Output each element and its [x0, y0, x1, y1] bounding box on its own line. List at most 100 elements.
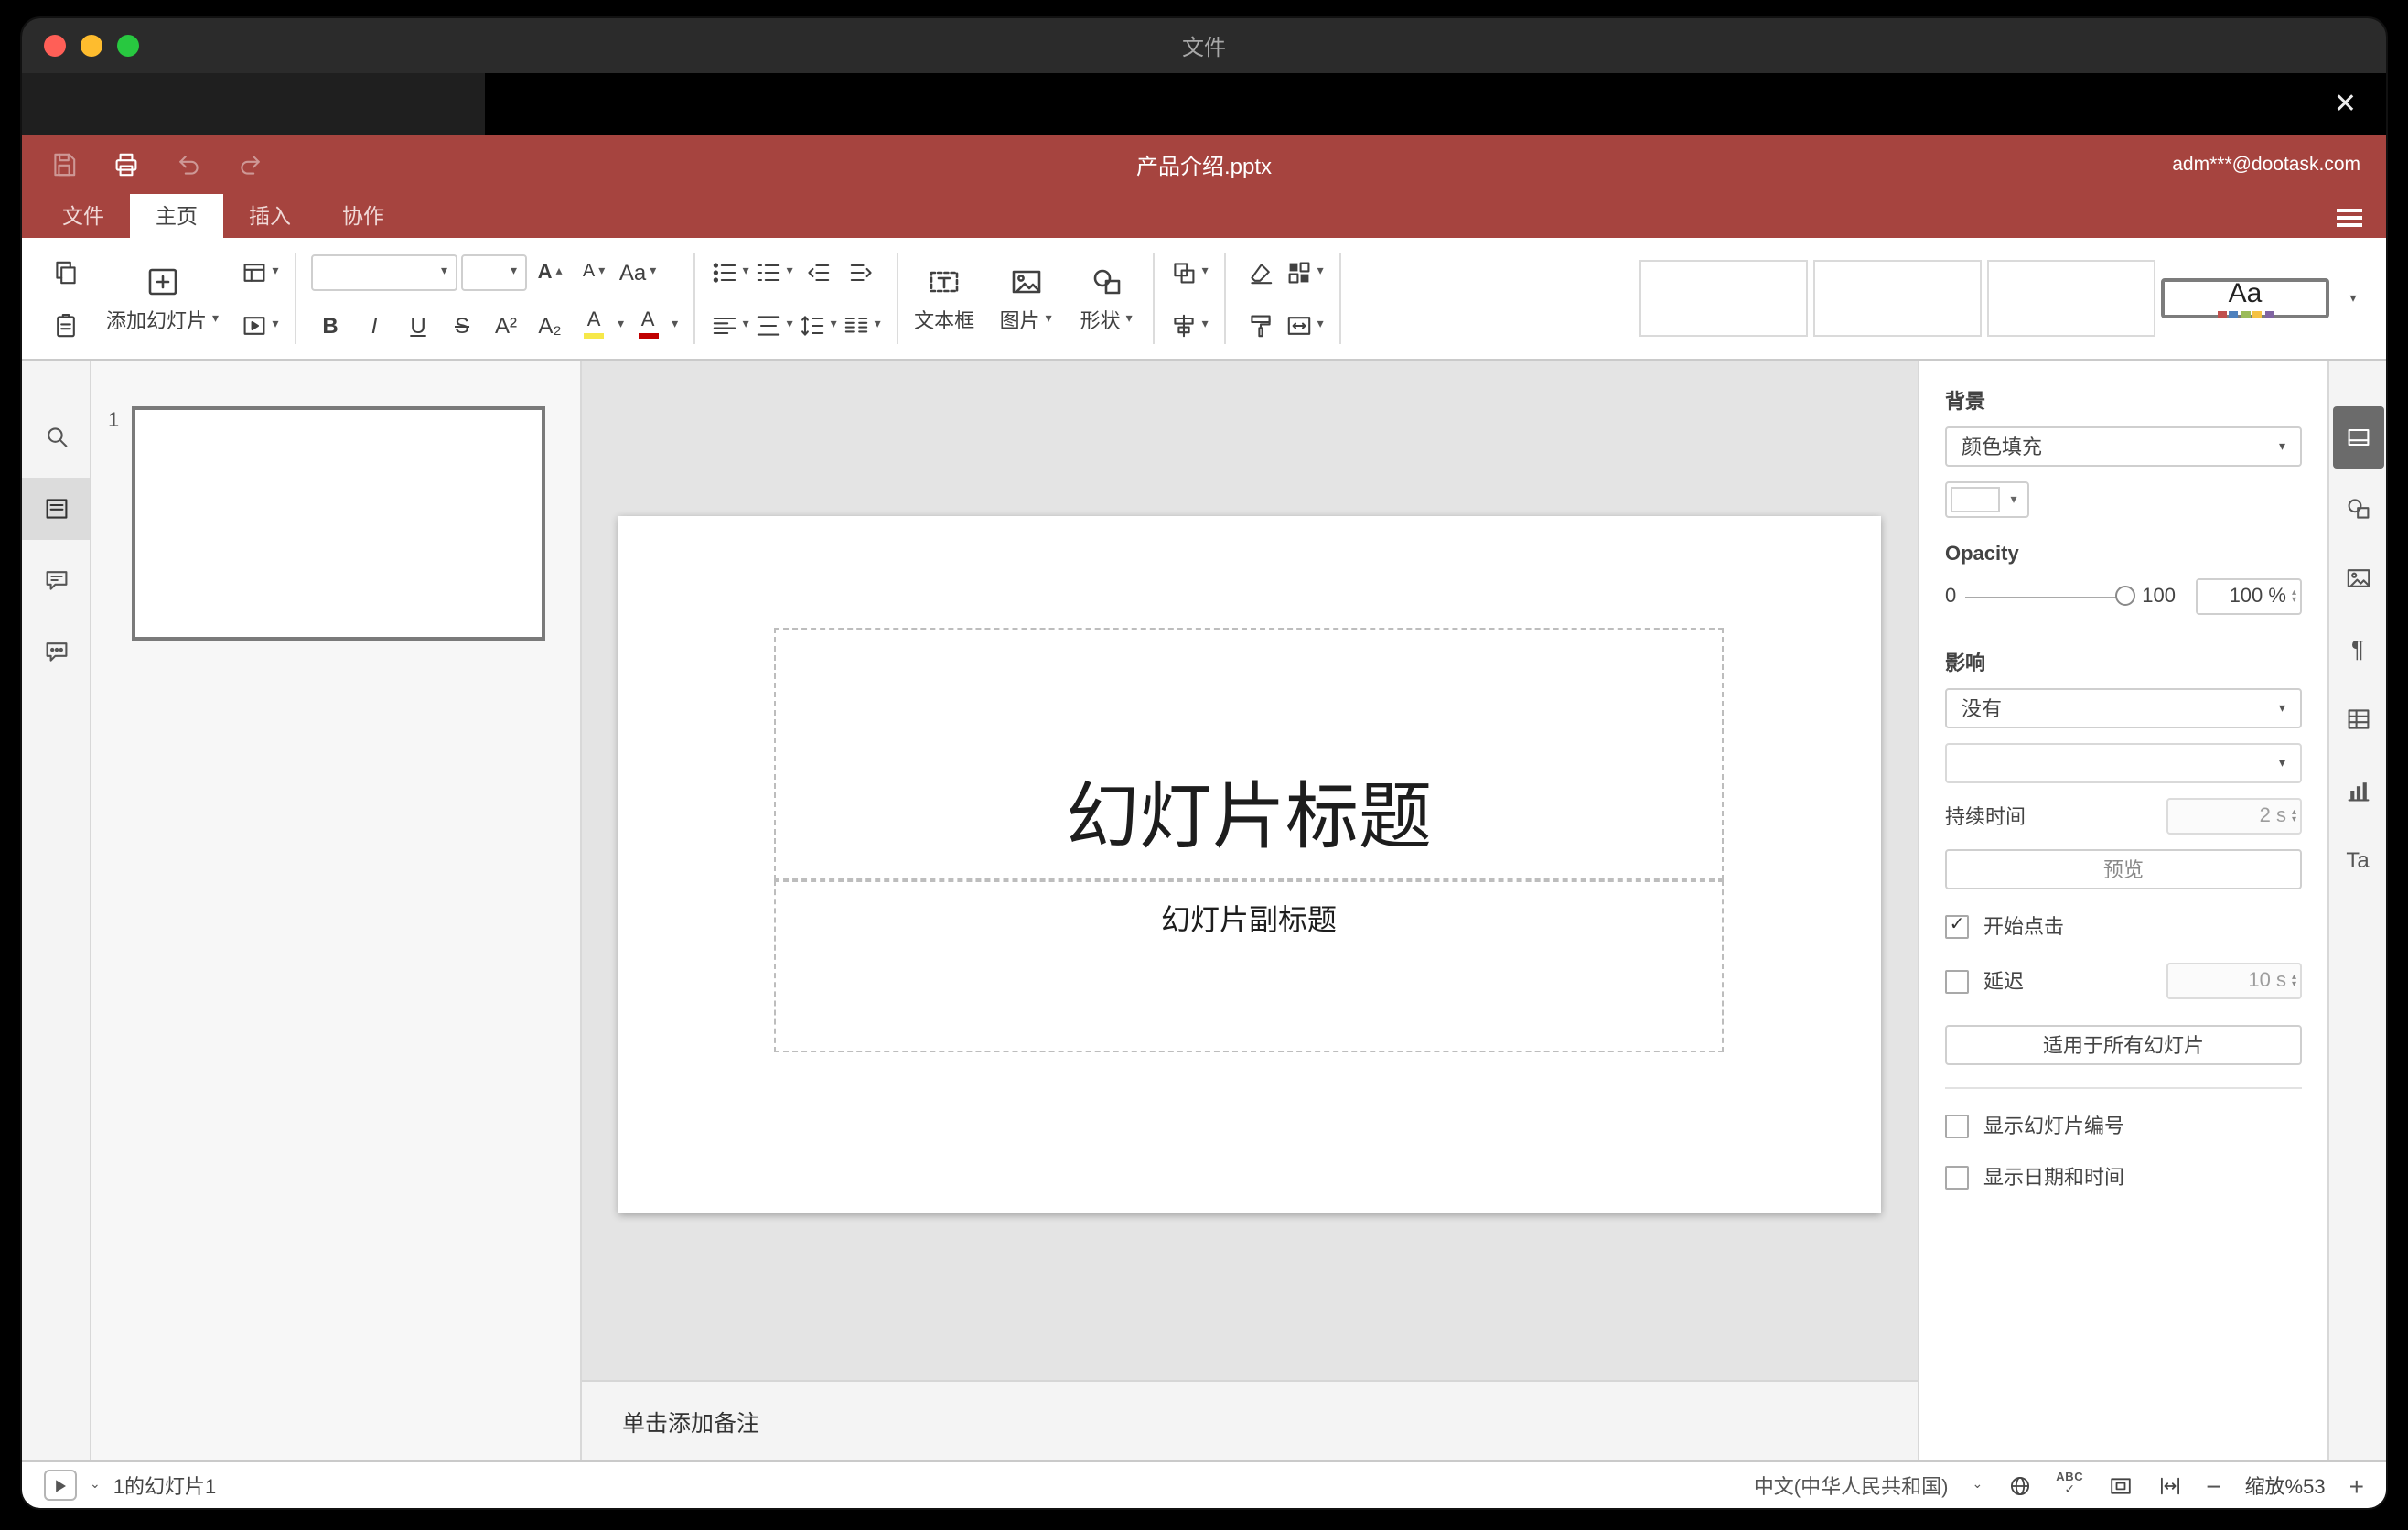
slide-layout-button[interactable]: ▾: [239, 250, 279, 294]
theme-tile[interactable]: [1987, 260, 2155, 337]
insert-textbox-button[interactable]: 文本框: [903, 245, 985, 351]
insert-shape-button[interactable]: 形状 ▾: [1066, 245, 1146, 351]
show-date-time-checkbox[interactable]: [1945, 1165, 1969, 1189]
paste-icon[interactable]: [46, 303, 86, 347]
slide-size-button[interactable]: ▾: [1284, 303, 1324, 347]
bold-button[interactable]: B: [310, 303, 350, 347]
bullets-button[interactable]: ▾: [709, 250, 749, 294]
save-icon[interactable]: [48, 148, 81, 181]
tab-insert[interactable]: 插入: [223, 194, 317, 238]
chevron-down-icon[interactable]: ▾: [618, 318, 624, 331]
numbering-button[interactable]: ▾: [753, 250, 793, 294]
slide-thumbnail[interactable]: [132, 406, 545, 641]
columns-button[interactable]: ▾: [841, 303, 881, 347]
slide-canvas[interactable]: 幻灯片标题 幻灯片副标题: [618, 516, 1881, 1213]
start-slideshow-button[interactable]: ▾: [239, 303, 279, 347]
font-size-combo[interactable]: ▾: [460, 253, 527, 290]
underline-button[interactable]: U: [398, 303, 438, 347]
theme-tile[interactable]: [1813, 260, 1982, 337]
close-icon[interactable]: ✕: [2334, 91, 2357, 118]
effect-select[interactable]: 没有 ▾: [1945, 688, 2302, 728]
spinner[interactable]: ▴ ▾: [2292, 973, 2296, 989]
superscript-button[interactable]: A²: [486, 303, 526, 347]
font-name-combo[interactable]: ▾: [310, 253, 457, 290]
zoom-out-button[interactable]: −: [2206, 1472, 2220, 1498]
paragraph-settings-button[interactable]: ¶: [2332, 618, 2383, 680]
background-color-picker[interactable]: ▾: [1945, 481, 2029, 518]
increase-indent-button[interactable]: [841, 250, 881, 294]
zoom-traffic-light[interactable]: [117, 35, 139, 57]
subscript-button[interactable]: A₂: [530, 303, 570, 347]
zoom-level-label[interactable]: 缩放%53: [2245, 1471, 2326, 1500]
minimize-traffic-light[interactable]: [81, 35, 102, 57]
delay-checkbox[interactable]: [1945, 969, 1969, 993]
decrease-font-button[interactable]: A ▾: [574, 250, 614, 294]
slide-canvas-area[interactable]: 幻灯片标题 幻灯片副标题: [582, 361, 1918, 1380]
language-label[interactable]: 中文(中华人民共和国): [1754, 1471, 1949, 1500]
spinner[interactable]: ▴ ▾: [2292, 808, 2296, 824]
show-slide-number-checkbox[interactable]: [1945, 1114, 1969, 1137]
undo-icon[interactable]: [172, 148, 205, 181]
highlight-color-button[interactable]: A: [574, 303, 614, 347]
effect-variant-select[interactable]: ▾: [1945, 743, 2302, 783]
fill-type-select[interactable]: 颜色填充 ▾: [1945, 426, 2302, 467]
close-traffic-light[interactable]: [44, 35, 66, 57]
copy-style-button[interactable]: [1240, 303, 1280, 347]
tab-home[interactable]: 主页: [130, 194, 223, 238]
search-button[interactable]: [22, 406, 90, 469]
insert-image-button[interactable]: 图片 ▾: [985, 245, 1066, 351]
slide-settings-button[interactable]: [2332, 406, 2383, 469]
start-on-click-checkbox[interactable]: ✓: [1945, 914, 1969, 938]
chevron-down-icon[interactable]: ⌄: [1972, 1479, 1983, 1492]
title-placeholder[interactable]: 幻灯片标题: [774, 628, 1724, 880]
slide-subtitle-text[interactable]: 幻灯片副标题: [1161, 895, 1337, 939]
document-language-button[interactable]: [2006, 1472, 2032, 1498]
add-slide-button[interactable]: 添加幻灯片 ▾: [95, 245, 230, 351]
feedback-button[interactable]: [22, 620, 90, 683]
notes-area[interactable]: 单击添加备注: [582, 1380, 1918, 1460]
spin-down-icon[interactable]: ▾: [2292, 815, 2296, 824]
chevron-down-icon[interactable]: ▾: [672, 318, 678, 331]
increase-font-button[interactable]: A ▴: [530, 250, 570, 294]
theme-tile[interactable]: [1639, 260, 1808, 337]
color-scheme-button[interactable]: ▾: [1284, 250, 1324, 294]
duration-input[interactable]: 2 s ▴ ▾: [2166, 798, 2302, 835]
line-spacing-button[interactable]: ▾: [797, 303, 837, 347]
theme-gallery-expand-button[interactable]: ▾: [2335, 260, 2371, 337]
slide-title-text[interactable]: 幻灯片标题: [1066, 758, 1432, 864]
arrange-shape-button[interactable]: ▾: [1168, 250, 1209, 294]
zoom-in-button[interactable]: +: [2349, 1472, 2364, 1498]
shape-settings-button[interactable]: [2332, 477, 2383, 539]
slides-panel-button[interactable]: [22, 478, 90, 540]
chart-settings-button[interactable]: [2332, 759, 2383, 821]
spellcheck-button[interactable]: ABC ✓: [2056, 1471, 2083, 1497]
slider-knob[interactable]: [2114, 586, 2135, 606]
change-case-button[interactable]: Aa ▾: [618, 250, 658, 294]
fit-to-width-button[interactable]: [2156, 1472, 2182, 1498]
decrease-indent-button[interactable]: [797, 250, 837, 294]
align-shape-button[interactable]: ▾: [1168, 303, 1209, 347]
horizontal-align-button[interactable]: ▾: [709, 303, 749, 347]
preview-button[interactable]: 预览: [1945, 849, 2302, 889]
chevron-down-icon[interactable]: ⌄: [90, 1479, 101, 1492]
opacity-input[interactable]: 100 % ▴ ▾: [2196, 578, 2302, 615]
start-slideshow-status-button[interactable]: [44, 1470, 77, 1501]
comments-button[interactable]: [22, 549, 90, 611]
delay-input[interactable]: 10 s ▴ ▾: [2166, 963, 2302, 999]
fit-to-slide-button[interactable]: [2107, 1472, 2133, 1498]
tab-file[interactable]: 文件: [37, 194, 130, 238]
spin-down-icon[interactable]: ▾: [2292, 980, 2296, 989]
print-icon[interactable]: [110, 148, 143, 181]
italic-button[interactable]: I: [354, 303, 394, 347]
copy-icon[interactable]: [46, 250, 86, 294]
menu-icon[interactable]: [2337, 209, 2362, 227]
font-color-button[interactable]: A: [628, 303, 668, 347]
apply-to-all-slides-button[interactable]: 适用于所有幻灯片: [1945, 1025, 2302, 1065]
subtitle-placeholder[interactable]: 幻灯片副标题: [774, 880, 1724, 1052]
clear-style-button[interactable]: [1240, 250, 1280, 294]
table-settings-button[interactable]: [2332, 688, 2383, 750]
image-settings-button[interactable]: [2332, 547, 2383, 609]
opacity-slider[interactable]: [1965, 584, 2135, 609]
tab-collaboration[interactable]: 协作: [317, 194, 410, 238]
spin-down-icon[interactable]: ▾: [2292, 596, 2296, 605]
